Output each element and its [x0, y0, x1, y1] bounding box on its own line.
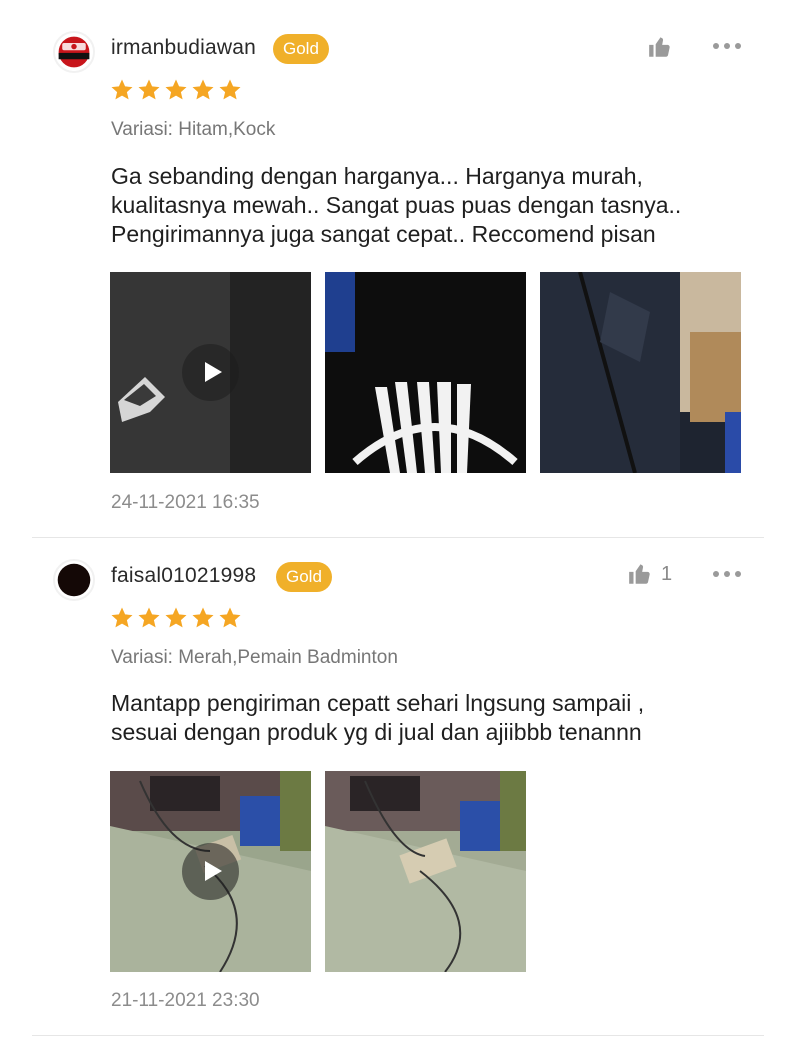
thumbs-up-icon [649, 37, 670, 57]
avatar[interactable] [53, 31, 95, 73]
star-icon [219, 79, 241, 100]
star-icon [138, 79, 160, 100]
star-rating [110, 606, 242, 630]
review-video-thumbnail[interactable] [110, 272, 311, 473]
like-button[interactable] [647, 34, 681, 60]
variant-label: Variasi: Hitam,Kock [111, 119, 276, 140]
review-item: faisal01021998 Gold 1 Variasi: Merah,Pem… [0, 538, 800, 1038]
username[interactable]: irmanbudiawan [111, 36, 256, 60]
star-icon [192, 79, 214, 100]
star-icon [219, 607, 241, 628]
review-photo[interactable] [325, 771, 526, 972]
review-text: Ga sebanding dengan harganya... Harganya… [111, 162, 751, 249]
more-dots-icon [713, 43, 719, 49]
review-photo[interactable] [325, 272, 526, 473]
like-button[interactable]: 1 [627, 561, 672, 587]
more-dot [735, 43, 741, 49]
thumbs-up-icon [629, 564, 650, 584]
like-count: 1 [661, 562, 673, 585]
review-text-line: Pengirimannya juga sangat cepat.. Reccom… [111, 221, 656, 247]
star-icon [111, 79, 133, 100]
review-text-line: kualitasnya mewah.. Sangat puas puas den… [111, 192, 682, 218]
star-icon [138, 607, 160, 628]
username[interactable]: faisal01021998 [111, 564, 256, 588]
more-dot [724, 571, 730, 577]
more-options-button[interactable] [713, 41, 745, 51]
review-video-thumbnail[interactable] [110, 771, 311, 972]
review-text-line: Ga sebanding dengan harganya... Harganya… [111, 163, 643, 189]
star-icon [165, 607, 187, 628]
review-photo[interactable] [540, 272, 741, 473]
divider [32, 1035, 764, 1036]
play-icon [182, 843, 239, 900]
star-icon [192, 607, 214, 628]
more-dot [724, 43, 730, 49]
avatar[interactable] [53, 559, 95, 601]
star-icon [111, 607, 133, 628]
more-dot [735, 571, 741, 577]
review-date: 21-11-2021 23:30 [111, 990, 260, 1011]
review-text: Mantapp pengiriman cepatt sehari lngsung… [111, 689, 751, 747]
member-badge: Gold [273, 34, 329, 64]
review-item: irmanbudiawan Gold Variasi: Hitam,Kock G… [0, 0, 800, 538]
more-options-button[interactable] [713, 569, 745, 579]
star-icon [165, 79, 187, 100]
variant-label: Variasi: Merah,Pemain Badminton [111, 647, 398, 668]
play-icon [182, 344, 239, 401]
member-badge: Gold [276, 562, 332, 592]
review-text-line: Mantapp pengiriman cepatt sehari lngsung… [111, 690, 645, 716]
review-date: 24-11-2021 16:35 [111, 492, 260, 513]
review-text-line: sesuai dengan produk yg di jual dan ajii… [111, 719, 642, 745]
star-rating [110, 78, 242, 102]
more-dots-icon [713, 571, 719, 577]
